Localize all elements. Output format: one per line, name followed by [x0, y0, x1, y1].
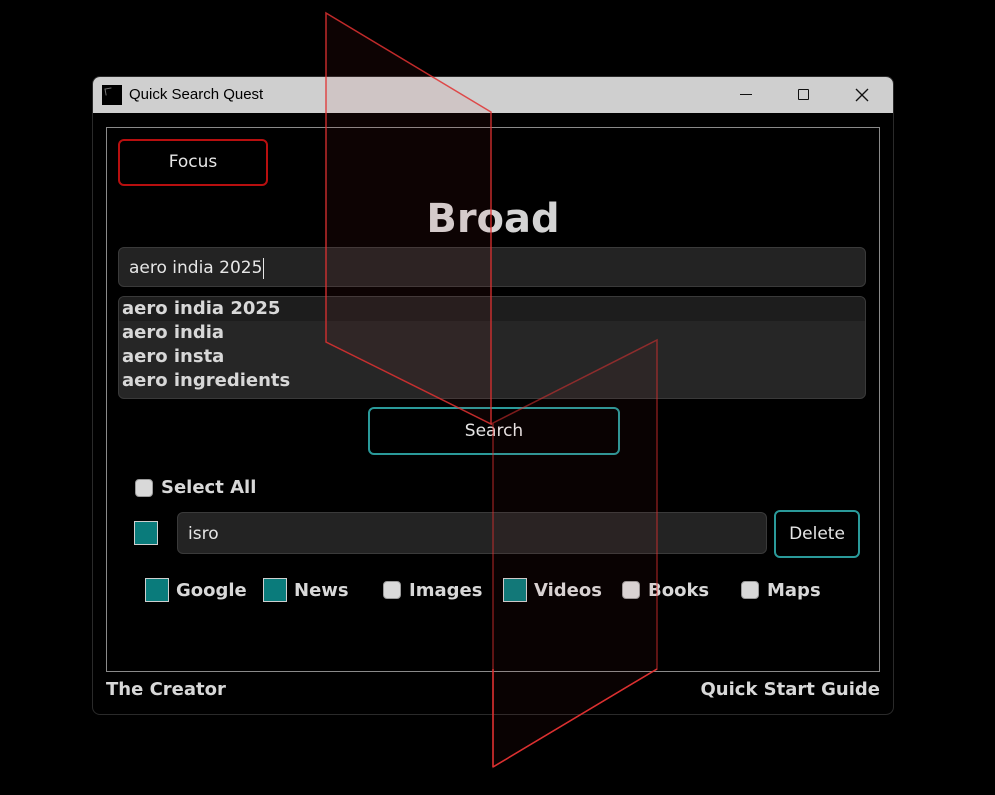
source-label-maps: Maps — [767, 580, 821, 601]
source-label-images: Images — [409, 580, 483, 601]
source-checkbox-google[interactable] — [145, 578, 169, 602]
search-button[interactable]: Search — [368, 407, 620, 455]
minimize-icon[interactable] — [717, 77, 775, 113]
search-input[interactable]: aero india 2025 — [118, 247, 866, 287]
quick-start-guide-link[interactable]: Quick Start Guide — [700, 679, 880, 701]
select-all-label: Select All — [161, 477, 257, 498]
source-checkbox-maps[interactable] — [741, 581, 759, 599]
close-icon[interactable] — [833, 77, 891, 113]
desktop: Quick Search Quest Focus Broad aero indi… — [0, 0, 995, 795]
saved-item-checkbox[interactable] — [134, 521, 158, 545]
saved-item-field[interactable]: isro — [177, 512, 767, 554]
window-title: Quick Search Quest — [129, 86, 264, 103]
title-bar[interactable]: Quick Search Quest — [93, 77, 893, 113]
suggestion-item[interactable]: aero insta — [119, 345, 865, 369]
mode-title: Broad — [426, 196, 560, 242]
suggestion-item[interactable]: aero india — [119, 321, 865, 345]
suggestion-item[interactable]: aero india 2025 — [119, 297, 865, 321]
suggestion-list[interactable]: aero india 2025 aero india aero insta ae… — [118, 296, 866, 399]
source-label-videos: Videos — [534, 580, 602, 601]
app-icon — [102, 85, 122, 105]
source-checkbox-books[interactable] — [622, 581, 640, 599]
app-window: Quick Search Quest Focus Broad aero indi… — [92, 76, 894, 715]
delete-button[interactable]: Delete — [774, 510, 860, 558]
source-label-news: News — [294, 580, 349, 601]
text-caret — [263, 257, 265, 279]
select-all-checkbox[interactable] — [135, 479, 153, 497]
focus-button[interactable]: Focus — [118, 139, 268, 186]
suggestion-item-partial[interactable] — [119, 393, 865, 398]
search-input-value: aero india 2025 — [129, 258, 263, 278]
source-checkbox-news[interactable] — [263, 578, 287, 602]
suggestion-item[interactable]: aero ingredients — [119, 369, 865, 393]
source-checkbox-images[interactable] — [383, 581, 401, 599]
maximize-icon[interactable] — [775, 77, 833, 113]
creator-link[interactable]: The Creator — [106, 679, 226, 701]
main-panel: Focus Broad aero india 2025 aero india 2… — [106, 127, 880, 672]
source-label-books: Books — [648, 580, 710, 601]
source-label-google: Google — [176, 580, 247, 601]
source-checkbox-videos[interactable] — [503, 578, 527, 602]
